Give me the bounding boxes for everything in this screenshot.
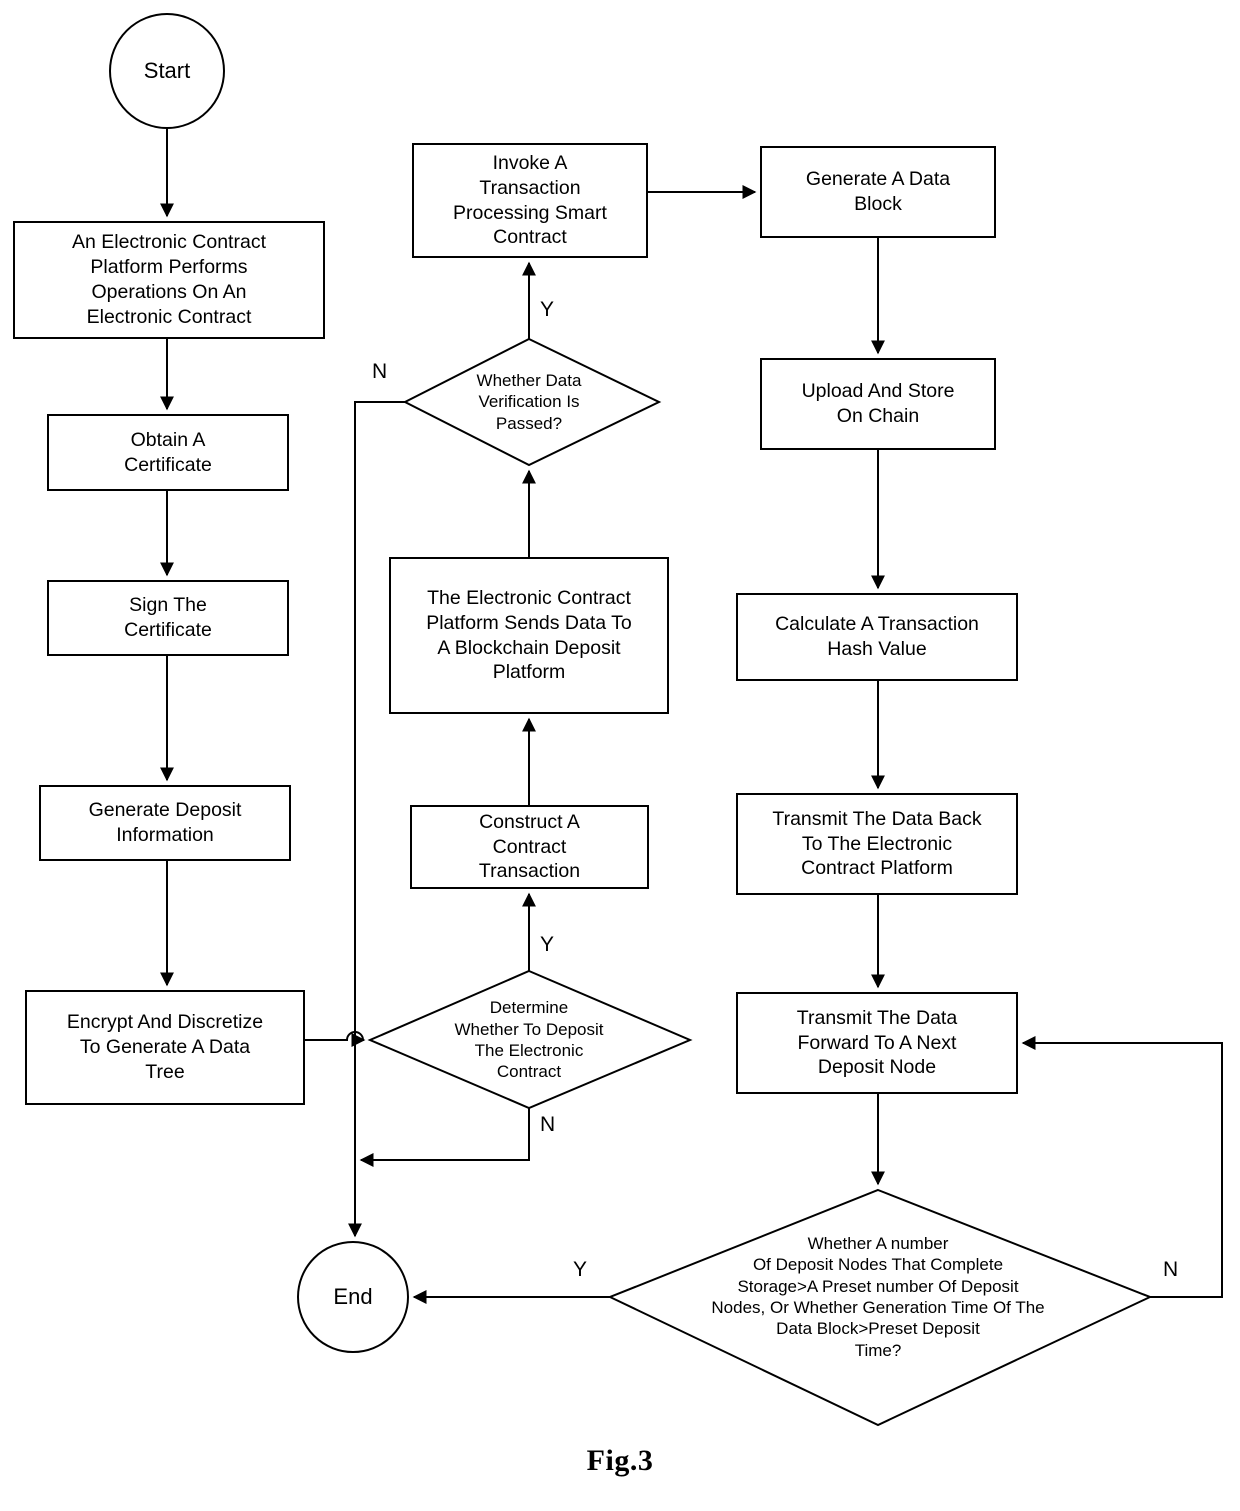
process-box-p1 [13,221,325,339]
process-box-p3 [47,580,289,656]
process-box-p12 [736,793,1018,895]
flowchart-svg [13,13,1223,1427]
start-terminal [109,13,225,129]
process-box-p6 [410,805,649,889]
process-box-p11 [736,593,1018,681]
decision-diamond-d2 [402,337,662,467]
connector-d1-no-to-return [359,1108,530,1167]
process-box-p13 [736,992,1018,1094]
process-box-p5 [25,990,305,1105]
figure-caption: Fig.3 [586,1444,654,1477]
edge-label-d3-yes: Y [573,1258,588,1281]
flowchart-canvas: Start An Electronic Contract Platform Pe… [0,0,1240,1511]
process-box-p7 [389,557,669,714]
process-box-p8 [412,143,648,258]
edge-label-d2-yes: Y [540,298,555,321]
decision-diamond-d3 [607,1188,1153,1427]
process-box-p9 [760,146,996,238]
edge-label-d3-no: N [1163,1258,1179,1281]
decision-diamond-d1 [367,969,693,1110]
end-terminal [297,1241,409,1353]
connector-d2-no-to-end [348,401,405,1238]
process-box-p2 [47,414,289,491]
process-box-p4 [39,785,291,861]
edge-label-d2-no: N [372,360,388,383]
process-box-p10 [760,358,996,450]
edge-label-d1-no: N [540,1113,556,1136]
edge-label-d1-yes: Y [540,933,555,956]
